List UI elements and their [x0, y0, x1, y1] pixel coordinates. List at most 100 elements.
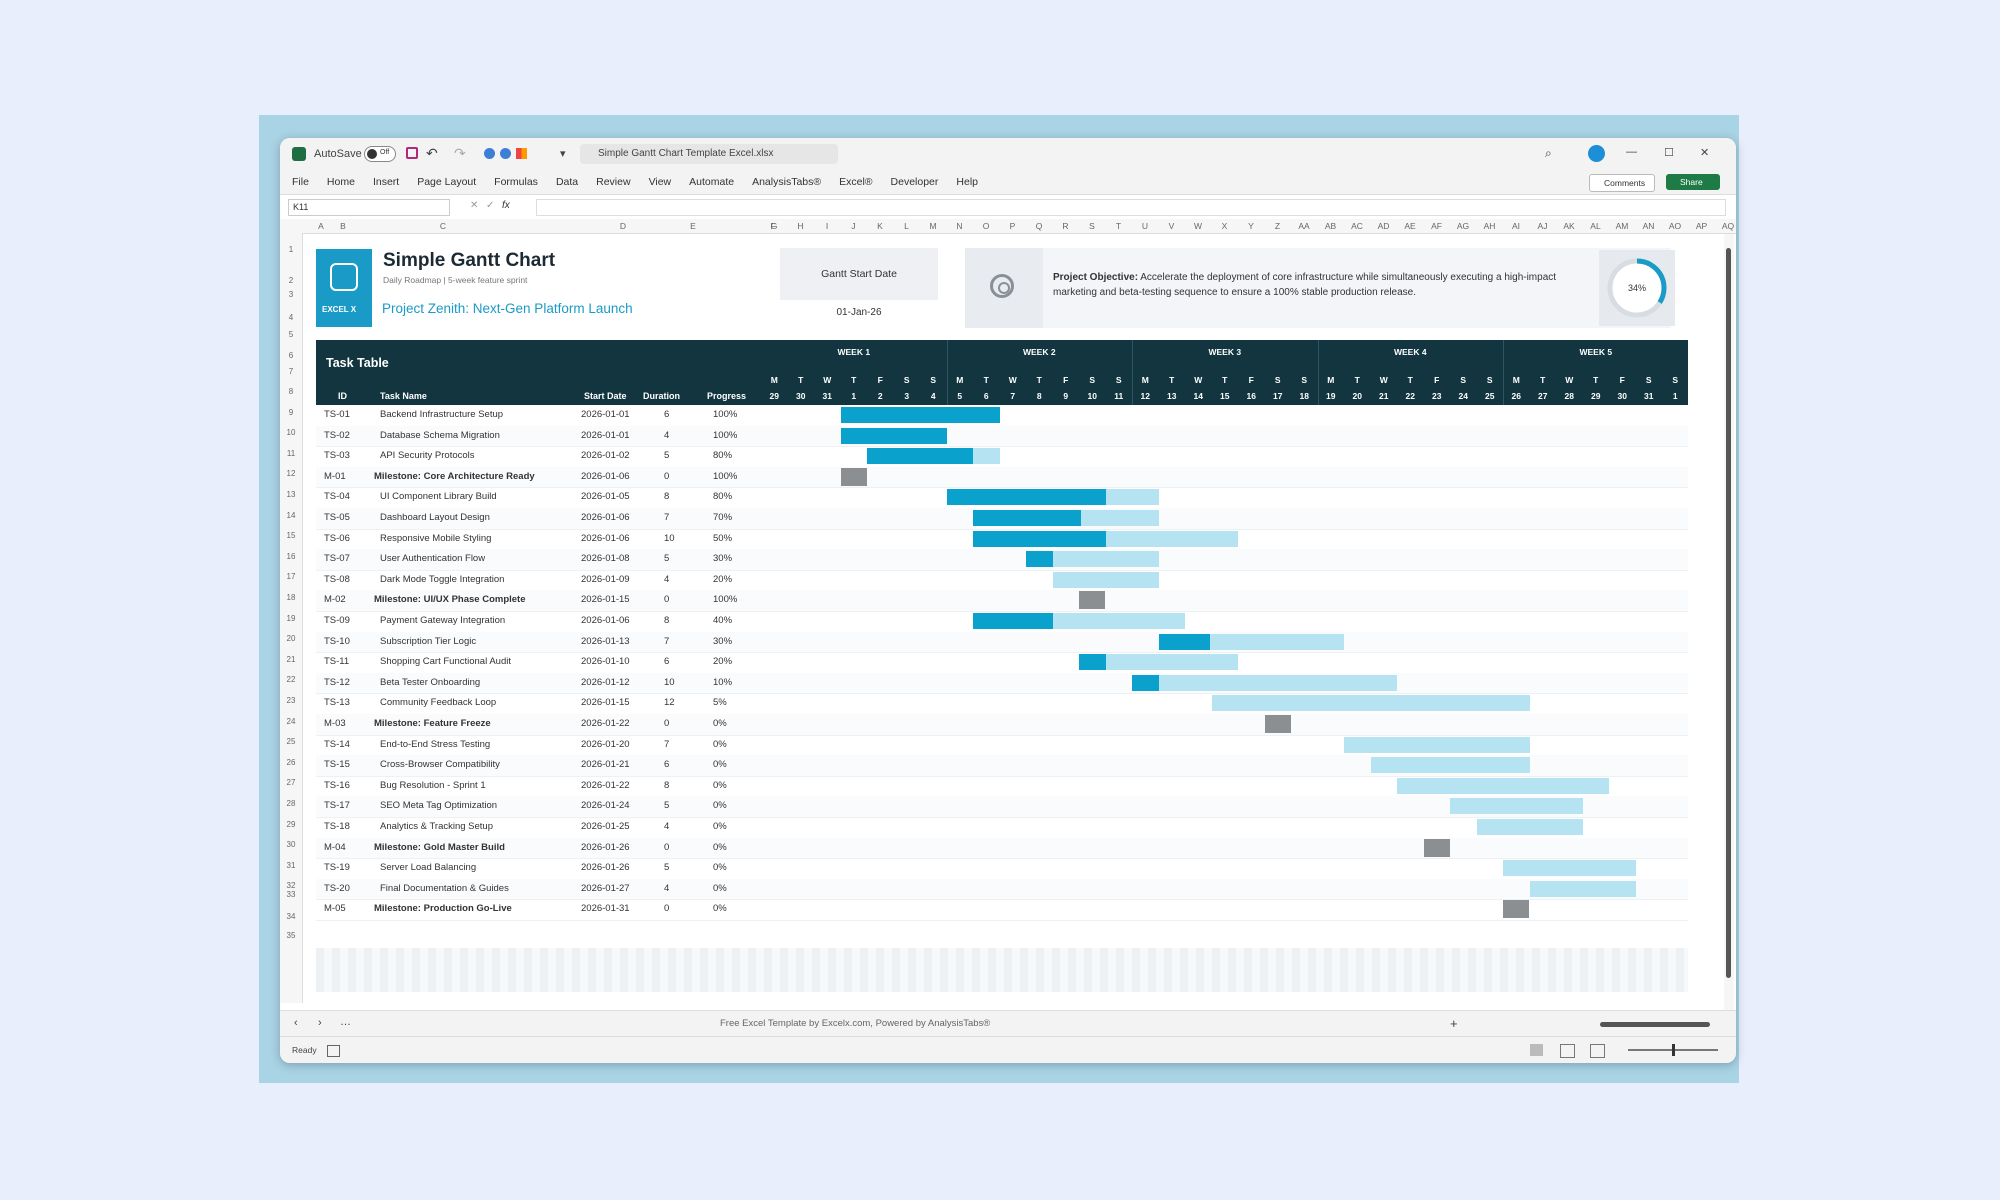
search-icon[interactable]: ⌕	[1545, 146, 1552, 161]
row-number[interactable]: 8	[280, 387, 302, 396]
task-row[interactable]: TS-07 User Authentication Flow 2026-01-08 5…	[316, 549, 1688, 571]
undo-icon[interactable]: ↶	[426, 145, 438, 162]
task-row[interactable]: TS-04 UI Component Library Build 2026-01-0…	[316, 487, 1688, 509]
column-letter[interactable]: U	[1132, 221, 1158, 231]
insert-function-icon[interactable]: fx	[502, 200, 510, 211]
task-row[interactable]: TS-16 Bug Resolution - Sprint 1 2026-01-22…	[316, 776, 1688, 798]
toolbar-circle-icon-2[interactable]	[500, 148, 511, 159]
row-number[interactable]: 24	[280, 717, 302, 726]
horizontal-scrollbar[interactable]	[1600, 1022, 1710, 1027]
tab-analysistabs[interactable]: AnalysisTabs®	[752, 176, 821, 188]
row-number[interactable]: 33	[280, 890, 302, 899]
sheet-tab-caption[interactable]: Free Excel Template by Excelx.com, Power…	[720, 1018, 990, 1029]
task-row[interactable]: M-05 Milestone: Production Go-Live 2026-01…	[316, 899, 1688, 921]
tab-help[interactable]: Help	[956, 176, 978, 188]
column-letter[interactable]: AI	[1503, 221, 1529, 231]
column-letter[interactable]: I	[814, 221, 840, 231]
column-letter[interactable]: Y	[1238, 221, 1264, 231]
row-number[interactable]: 27	[280, 778, 302, 787]
column-letter[interactable]: AB	[1318, 221, 1344, 231]
tab-formulas[interactable]: Formulas	[494, 176, 538, 188]
redo-icon[interactable]: ↷	[454, 145, 466, 162]
copilot-icon[interactable]	[1588, 145, 1605, 162]
customize-toolbar-icon[interactable]: ▾	[560, 147, 566, 160]
tab-insert[interactable]: Insert	[373, 176, 399, 188]
task-row[interactable]: M-03 Milestone: Feature Freeze 2026-01-22 0…	[316, 714, 1688, 736]
row-number[interactable]: 1	[280, 245, 302, 254]
column-letter[interactable]: AD	[1371, 221, 1397, 231]
tab-automate[interactable]: Automate	[689, 176, 734, 188]
row-number[interactable]: 5	[280, 330, 302, 339]
column-letter[interactable]: AJ	[1530, 221, 1556, 231]
row-number[interactable]: 23	[280, 696, 302, 705]
column-letter[interactable]: AN	[1636, 221, 1662, 231]
row-number[interactable]: 25	[280, 737, 302, 746]
prev-sheet-icon[interactable]: ‹	[294, 1017, 298, 1029]
row-number[interactable]: 13	[280, 490, 302, 499]
task-row[interactable]: TS-13 Community Feedback Loop 2026-01-15 12…	[316, 693, 1688, 715]
task-row[interactable]: TS-03 API Security Protocols 2026-01-02 5 80…	[316, 446, 1688, 468]
macro-record-icon[interactable]	[327, 1045, 340, 1057]
tab-file[interactable]: File	[292, 176, 309, 188]
page-layout-view-icon[interactable]	[1560, 1044, 1575, 1058]
task-row[interactable]: M-02 Milestone: UI/UX Phase Complete 2026-…	[316, 590, 1688, 612]
task-row[interactable]: M-01 Milestone: Core Architecture Ready 20…	[316, 466, 1688, 489]
column-letter[interactable]: AK	[1556, 221, 1582, 231]
close-button[interactable]: ✕	[1700, 146, 1709, 159]
task-row[interactable]: TS-14 End-to-End Stress Testing 2026-01-20…	[316, 735, 1688, 757]
column-letter[interactable]: M	[920, 221, 946, 231]
task-row[interactable]: TS-06 Responsive Mobile Styling 2026-01-06…	[316, 529, 1688, 551]
row-number[interactable]: 22	[280, 675, 302, 684]
column-letter[interactable]: AE	[1397, 221, 1423, 231]
task-row[interactable]: TS-18 Analytics & Tracking Setup 2026-01-2…	[316, 817, 1688, 839]
row-number[interactable]: 6	[280, 351, 302, 360]
row-number[interactable]: 21	[280, 655, 302, 664]
task-row[interactable]: TS-19 Server Load Balancing 2026-01-26 5 0%	[316, 858, 1688, 880]
row-number[interactable]: 3	[280, 290, 302, 299]
row-number[interactable]: 18	[280, 593, 302, 602]
tab-developer[interactable]: Developer	[891, 176, 939, 188]
task-row[interactable]: TS-12 Beta Tester Onboarding 2026-01-12 10 1…	[316, 672, 1688, 695]
row-number[interactable]: 17	[280, 572, 302, 581]
column-letter[interactable]: D	[610, 221, 636, 231]
row-number[interactable]: 9	[280, 408, 302, 417]
tab-review[interactable]: Review	[596, 176, 630, 188]
column-letter[interactable]: P	[1000, 221, 1026, 231]
start-date-input[interactable]: 01-Jan-26	[780, 303, 938, 323]
row-number[interactable]: 30	[280, 840, 302, 849]
minimize-button[interactable]: —	[1626, 146, 1637, 158]
more-sheets-icon[interactable]: …	[340, 1016, 351, 1028]
task-row[interactable]: TS-05 Dashboard Layout Design 2026-01-06 7 7…	[316, 508, 1688, 530]
column-letter[interactable]: AF	[1424, 221, 1450, 231]
add-sheet-button[interactable]: +	[1450, 1016, 1458, 1031]
row-number[interactable]: 28	[280, 799, 302, 808]
column-letter[interactable]: H	[788, 221, 814, 231]
column-letter[interactable]: L	[894, 221, 920, 231]
column-letter[interactable]: AA	[1291, 221, 1317, 231]
column-letter[interactable]: R	[1053, 221, 1079, 231]
row-number[interactable]: 31	[280, 861, 302, 870]
tab-page-layout[interactable]: Page Layout	[417, 176, 476, 188]
column-letter[interactable]: G	[761, 221, 787, 231]
task-row[interactable]: TS-11 Shopping Cart Functional Audit 2026-…	[316, 652, 1688, 674]
column-letter[interactable]: B	[330, 221, 356, 231]
toolbar-circle-icon-1[interactable]	[484, 148, 495, 159]
save-icon[interactable]	[406, 147, 418, 159]
column-letter[interactable]: N	[947, 221, 973, 231]
share-button[interactable]: Share	[1666, 174, 1720, 190]
column-letter[interactable]: E	[680, 221, 706, 231]
column-letter[interactable]: C	[430, 221, 456, 231]
column-letter[interactable]: AO	[1662, 221, 1688, 231]
column-letter[interactable]: X	[1212, 221, 1238, 231]
task-row[interactable]: TS-08 Dark Mode Toggle Integration 2026-01…	[316, 570, 1688, 592]
task-row[interactable]: TS-01 Backend Infrastructure Setup 2026-01…	[316, 405, 1688, 427]
zoom-slider[interactable]	[1628, 1044, 1718, 1056]
column-letter[interactable]: Z	[1265, 221, 1291, 231]
task-row[interactable]: TS-10 Subscription Tier Logic 2026-01-13 7 3…	[316, 631, 1688, 654]
filename-box[interactable]: Simple Gantt Chart Template Excel.xlsx	[580, 144, 838, 164]
comments-button[interactable]: Comments	[1589, 174, 1655, 192]
row-number[interactable]: 34	[280, 912, 302, 921]
formula-enter-icon[interactable]: ✓	[486, 200, 494, 211]
column-letter[interactable]: W	[1185, 221, 1211, 231]
row-number[interactable]: 14	[280, 511, 302, 520]
